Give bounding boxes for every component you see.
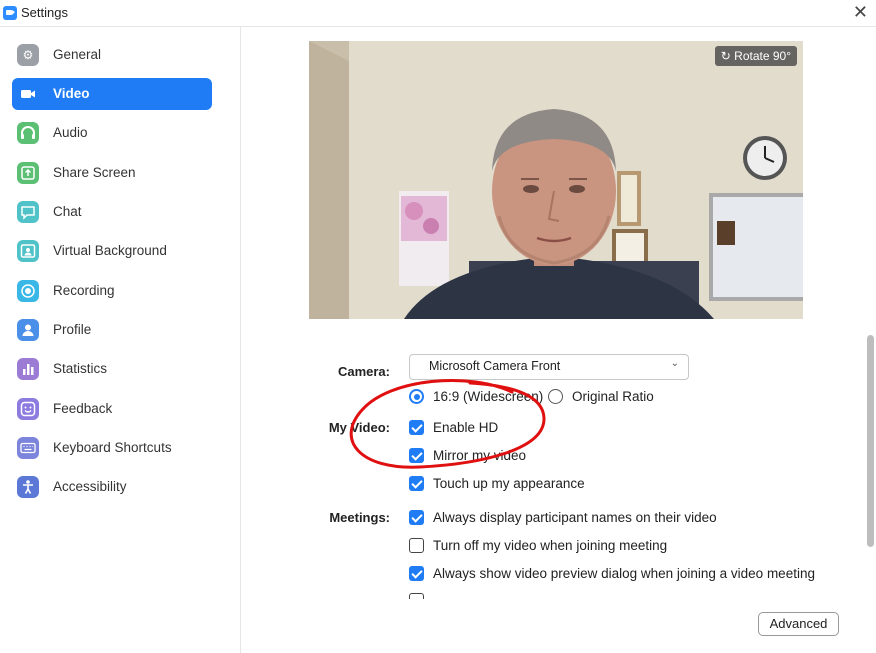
title-bar: Settings ✕ bbox=[0, 0, 876, 27]
sidebar-item-label: Chat bbox=[53, 204, 82, 219]
camera-label: Camera: bbox=[337, 364, 390, 379]
enable-hd-checkbox[interactable]: Enable HD bbox=[409, 420, 498, 435]
rotate-button[interactable]: ↻ Rotate 90° bbox=[714, 46, 797, 66]
settings-sidebar: ⚙ General Video Audio Share Screen Chat … bbox=[0, 27, 241, 653]
ratio-widescreen-radio[interactable]: 16:9 (Widescreen) bbox=[409, 389, 543, 404]
headphones-icon bbox=[17, 122, 39, 144]
zoom-app-icon bbox=[3, 6, 17, 20]
sidebar-item-general[interactable]: ⚙ General bbox=[12, 39, 212, 71]
sidebar-item-statistics[interactable]: Statistics bbox=[12, 353, 212, 385]
checkbox-checked-icon bbox=[409, 420, 424, 435]
radio-unselected-icon bbox=[548, 389, 563, 404]
person-background-icon bbox=[17, 240, 39, 262]
sidebar-item-label: Keyboard Shortcuts bbox=[53, 440, 172, 455]
record-icon bbox=[17, 280, 39, 302]
checkbox-checked-icon bbox=[409, 476, 424, 491]
display-names-label: Always display participant names on thei… bbox=[433, 510, 717, 525]
rotate-icon: ↻ bbox=[720, 49, 731, 63]
share-screen-icon bbox=[17, 162, 39, 184]
sidebar-item-label: Virtual Background bbox=[53, 243, 167, 258]
radio-selected-icon bbox=[409, 389, 424, 404]
camera-select[interactable]: Microsoft Camera Front ⌄ bbox=[409, 354, 689, 380]
sidebar-item-label: Video bbox=[53, 86, 90, 101]
close-icon[interactable]: ✕ bbox=[853, 2, 868, 23]
sidebar-item-feedback[interactable]: Feedback bbox=[12, 393, 212, 425]
ratio-widescreen-label: 16:9 (Widescreen) bbox=[433, 389, 544, 404]
sidebar-item-recording[interactable]: Recording bbox=[12, 275, 212, 307]
window-title: Settings bbox=[21, 5, 68, 20]
enable-hd-label: Enable HD bbox=[433, 420, 499, 435]
sidebar-item-label: Accessibility bbox=[53, 479, 127, 494]
sidebar-item-virtual-background[interactable]: Virtual Background bbox=[12, 235, 212, 267]
vertical-scrollbar[interactable] bbox=[867, 335, 874, 547]
gear-icon: ⚙ bbox=[17, 44, 39, 66]
sidebar-item-accessibility[interactable]: Accessibility bbox=[12, 471, 212, 503]
smiley-icon bbox=[17, 398, 39, 420]
sidebar-item-label: Audio bbox=[53, 125, 88, 140]
video-settings-panel: ↻ Rotate 90° Camera: Microsoft Camera Fr… bbox=[241, 27, 876, 653]
advanced-button[interactable]: Advanced bbox=[758, 612, 839, 636]
camera-preview-image bbox=[309, 41, 803, 319]
sidebar-item-label: Profile bbox=[53, 322, 92, 337]
chat-bubble-icon bbox=[17, 201, 39, 223]
sidebar-item-share-screen[interactable]: Share Screen bbox=[12, 157, 212, 189]
video-preview-dialog-label: Always show video preview dialog when jo… bbox=[433, 566, 815, 581]
camera-preview: ↻ Rotate 90° bbox=[309, 41, 803, 319]
checkbox-unchecked-icon bbox=[409, 593, 424, 599]
my-video-label: My Video: bbox=[328, 420, 390, 435]
sidebar-item-label: Recording bbox=[53, 283, 115, 298]
sidebar-item-video[interactable]: Video bbox=[12, 78, 212, 110]
video-off-joining-checkbox[interactable]: Turn off my video when joining meeting bbox=[409, 538, 667, 553]
sidebar-item-keyboard-shortcuts[interactable]: Keyboard Shortcuts bbox=[12, 432, 212, 464]
touch-up-checkbox[interactable]: Touch up my appearance bbox=[409, 476, 585, 491]
checkbox-unchecked-icon bbox=[409, 538, 424, 553]
mirror-video-checkbox[interactable]: Mirror my video bbox=[409, 448, 526, 463]
bar-chart-icon bbox=[17, 358, 39, 380]
video-camera-icon bbox=[17, 83, 39, 105]
chevron-down-icon: ⌄ bbox=[670, 358, 679, 369]
video-preview-dialog-checkbox[interactable]: Always show video preview dialog when jo… bbox=[409, 566, 815, 581]
meetings-label: Meetings: bbox=[329, 510, 390, 525]
display-names-checkbox[interactable]: Always display participant names on thei… bbox=[409, 510, 717, 525]
keyboard-icon bbox=[17, 437, 39, 459]
checkbox-checked-icon bbox=[409, 566, 424, 581]
video-off-joining-label: Turn off my video when joining meeting bbox=[433, 538, 668, 553]
sidebar-item-label: Statistics bbox=[53, 361, 108, 376]
sidebar-item-audio[interactable]: Audio bbox=[12, 117, 212, 149]
rotate-label: Rotate 90° bbox=[734, 49, 791, 63]
touch-up-label: Touch up my appearance bbox=[433, 476, 585, 491]
ratio-original-radio[interactable]: Original Ratio bbox=[548, 389, 654, 404]
sidebar-item-label: General bbox=[53, 47, 102, 62]
sidebar-item-chat[interactable]: Chat bbox=[12, 196, 212, 228]
sidebar-item-label: Share Screen bbox=[53, 165, 136, 180]
checkbox-checked-icon bbox=[409, 448, 424, 463]
mirror-video-label: Mirror my video bbox=[433, 448, 527, 463]
sidebar-item-profile[interactable]: Profile bbox=[12, 314, 212, 346]
accessibility-icon bbox=[17, 476, 39, 498]
camera-select-value: Microsoft Camera Front bbox=[429, 359, 561, 373]
ratio-original-label: Original Ratio bbox=[572, 389, 654, 404]
partial-checkbox-row bbox=[409, 593, 433, 599]
checkbox-checked-icon bbox=[409, 510, 424, 525]
profile-icon bbox=[17, 319, 39, 341]
sidebar-item-label: Feedback bbox=[53, 401, 113, 416]
